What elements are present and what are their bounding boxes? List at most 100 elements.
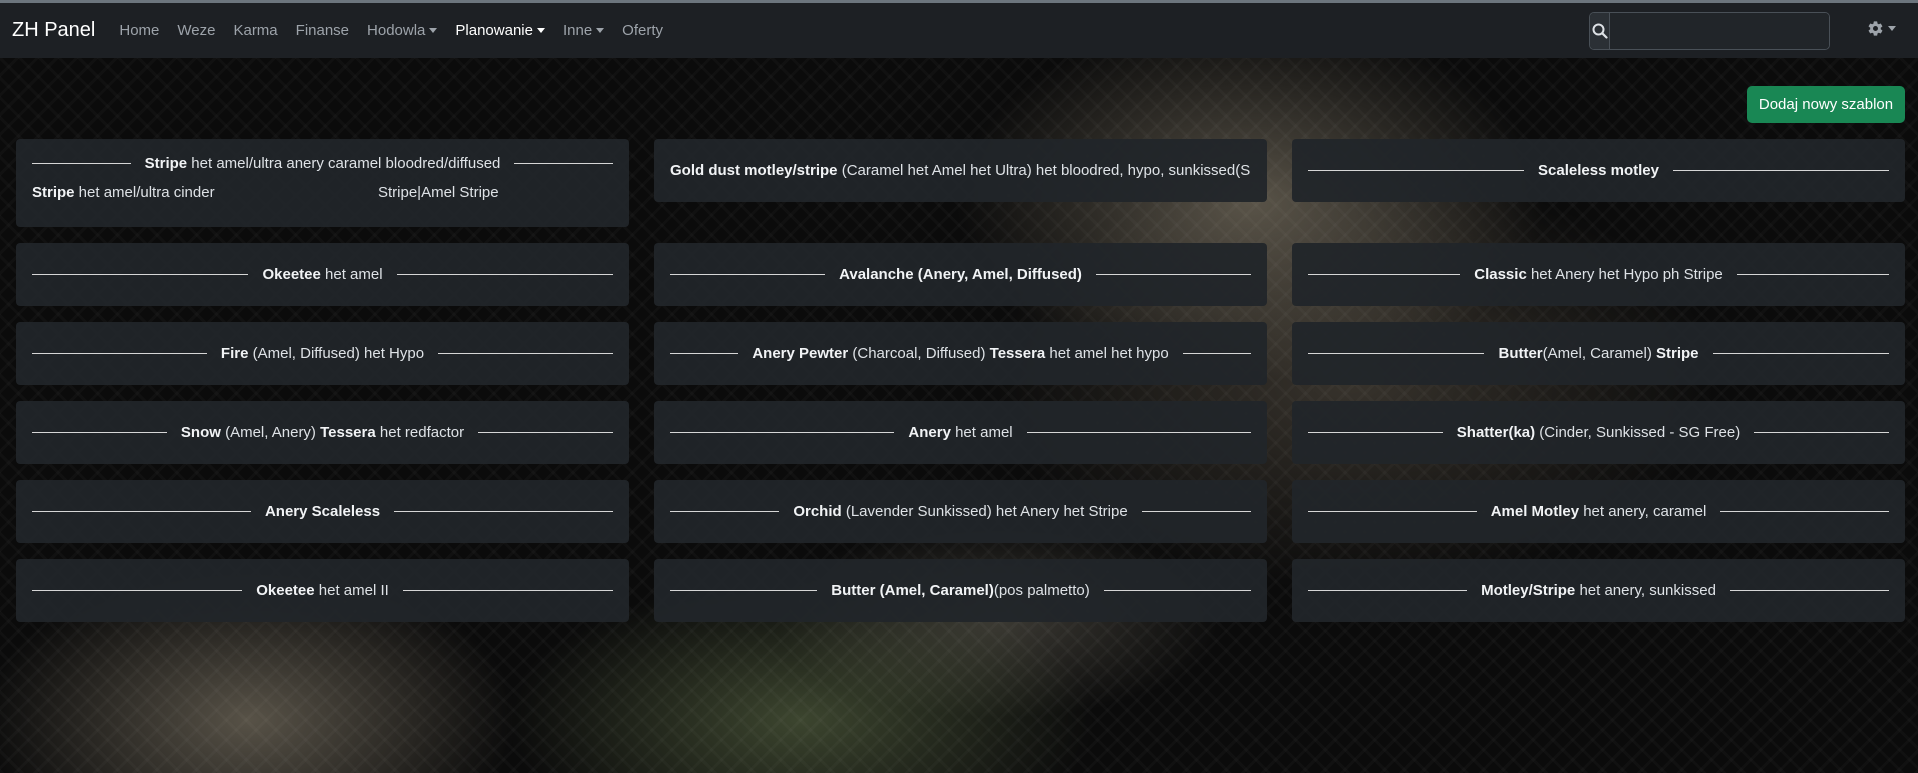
card-title-bold: Stripe: [32, 184, 75, 201]
card-title: Okeetee het amel: [248, 266, 396, 283]
template-card[interactable]: Okeetee het amel II: [16, 559, 629, 622]
card-title-bold: Anery Pewter: [752, 345, 849, 362]
brand-link[interactable]: ZH Panel: [12, 19, 95, 42]
template-card[interactable]: Amel Motley het anery, caramel: [1292, 480, 1905, 543]
template-card[interactable]: Butter (Amel, Caramel)(pos palmetto): [654, 559, 1267, 622]
divider-line: [670, 274, 826, 275]
template-card[interactable]: Stripe het amel/ultra anery caramel bloo…: [16, 139, 629, 227]
card-title-text: (pos palmetto): [993, 582, 1090, 599]
template-card[interactable]: Butter(Amel, Caramel) Stripe: [1292, 322, 1905, 385]
nav-item-planowanie[interactable]: Planowanie: [455, 22, 545, 39]
nav-item-weze[interactable]: Weze: [177, 22, 215, 39]
card-title: Stripe het amel/ultra anery caramel bloo…: [131, 155, 515, 172]
nav-item-hodowla[interactable]: Hodowla: [367, 22, 438, 39]
search-input[interactable]: [1610, 13, 1829, 49]
navbar: ZH Panel Home Weze Karma Finanse Hodowla Plan…: [0, 3, 1918, 58]
card-title-row: Scaleless motley: [1308, 162, 1890, 179]
divider-line: [1095, 274, 1251, 275]
card-title-text: het amel: [320, 266, 383, 283]
template-card[interactable]: Fire (Amel, Diffused) het Hypo: [16, 322, 629, 385]
divider-line: [1308, 432, 1443, 433]
nav-item-label: Oferty: [622, 22, 664, 39]
divider-line: [1308, 353, 1485, 354]
template-card[interactable]: Scaleless motley: [1292, 139, 1905, 202]
settings-dropdown[interactable]: [1867, 20, 1896, 37]
card-title: Classic het Anery het Hypo ph Stripe: [1460, 266, 1737, 283]
card-title: Scaleless motley: [1524, 162, 1673, 179]
divider-line: [1141, 511, 1251, 512]
template-card[interactable]: Okeetee het amel: [16, 243, 629, 306]
template-card[interactable]: Anery Pewter (Charcoal, Diffused) Tesser…: [654, 322, 1267, 385]
nav-item-oferty[interactable]: Oferty: [622, 22, 663, 39]
card-title-bold: Avalanche (Anery, Amel, Diffused): [839, 266, 1082, 283]
card-title-bold: Classic: [1474, 266, 1527, 283]
card-title: Anery Scaleless: [251, 503, 394, 520]
template-card[interactable]: Anery Scaleless: [16, 480, 629, 543]
nav-item-karma[interactable]: Karma: [233, 22, 277, 39]
card-title-row: Orchid (Lavender Sunkissed) het Anery he…: [670, 503, 1251, 520]
card-title-row: Motley/Stripe het anery, sunkissed: [1308, 582, 1890, 599]
card-title: Snow (Amel, Anery) Tessera het redfactor: [167, 424, 478, 441]
divider-line: [670, 432, 895, 433]
card-title-bold: Orchid: [793, 503, 842, 520]
card-title: Butter(Amel, Caramel) Stripe: [1484, 345, 1712, 362]
template-grid: Stripe het amel/ultra anery caramel bloo…: [16, 139, 1905, 638]
card-title-text: het anery, caramel: [1579, 503, 1707, 520]
sub-template-link[interactable]: Stripe|Amel Stripe: [378, 184, 499, 201]
divider-line: [1103, 590, 1252, 591]
card-title-bold: Snow: [180, 424, 221, 441]
template-card[interactable]: Orchid (Lavender Sunkissed) het Anery he…: [654, 480, 1267, 543]
card-title-bold: Okeetee: [256, 582, 315, 599]
card-title-text: (Amel, Caramel): [1542, 345, 1657, 362]
card-title-text: (Amel, Diffused) het Hypo: [248, 345, 425, 362]
template-card[interactable]: Shatter(ka) (Cinder, Sunkissed - SG Free…: [1292, 401, 1905, 464]
card-title-text: (Caramel het Amel het Ultra) het bloodre…: [837, 162, 1251, 179]
card-title: Shatter(ka) (Cinder, Sunkissed - SG Free…: [1443, 424, 1754, 441]
card-title-bold: Scaleless motley: [1538, 162, 1659, 179]
divider-line: [670, 511, 780, 512]
nav-item-label: Planowanie: [455, 22, 533, 39]
card-title-text: het amel het hypo: [1045, 345, 1169, 362]
nav-item-label: Karma: [233, 22, 278, 39]
template-card[interactable]: Motley/Stripe het anery, sunkissed: [1292, 559, 1905, 622]
card-title: Okeetee het amel II: [242, 582, 403, 599]
chevron-down-icon: [536, 28, 545, 33]
template-card[interactable]: Snow (Amel, Anery) Tessera het redfactor: [16, 401, 629, 464]
card-title: Butter (Amel, Caramel)(pos palmetto): [817, 582, 1103, 599]
card-title-bold: Tessera: [989, 345, 1046, 362]
search-button[interactable]: [1590, 13, 1610, 49]
divider-line: [1026, 432, 1252, 433]
divider-line: [1712, 353, 1890, 354]
nav-item-inne[interactable]: Inne: [562, 22, 605, 39]
card-title-text: (Amel, Anery): [220, 424, 321, 441]
add-template-button[interactable]: Dodaj nowy szablon: [1747, 86, 1905, 123]
nav-item-label: Home: [119, 22, 160, 39]
card-title-row: Shatter(ka) (Cinder, Sunkissed - SG Free…: [1308, 424, 1889, 441]
card-title-bold: Butter (Amel, Caramel): [831, 582, 994, 599]
template-card[interactable]: Classic het Anery het Hypo ph Stripe: [1292, 243, 1905, 306]
nav-item-label: Inne: [562, 22, 593, 39]
nav-item-finanse[interactable]: Finanse: [296, 22, 349, 39]
template-card[interactable]: Anery het amel: [654, 401, 1267, 464]
card-title-text: het amel/ultra cinder: [74, 184, 215, 201]
template-card[interactable]: Gold dust motley/stripe (Caramel het Ame…: [654, 139, 1267, 202]
card-title: Motley/Stripe het anery, sunkissed: [1467, 582, 1730, 599]
card-title-row: Stripe het amel/ultra anery caramel bloo…: [32, 155, 614, 172]
template-card[interactable]: Avalanche (Anery, Amel, Diffused): [654, 243, 1267, 306]
divider-line: [394, 511, 614, 512]
card-title-row: Classic het Anery het Hypo ph Stripe: [1308, 266, 1889, 283]
card-title: Anery het amel: [894, 424, 1026, 441]
search-icon: [1592, 23, 1608, 39]
nav-item-home[interactable]: Home: [119, 22, 159, 39]
divider-line: [32, 274, 249, 275]
card-title: Fire (Amel, Diffused) het Hypo: [207, 345, 438, 362]
chevron-down-icon: [596, 28, 605, 33]
card-title-text: het amel/ultra anery caramel bloodred/di…: [187, 155, 501, 172]
divider-line: [32, 432, 167, 433]
sub-template-link[interactable]: Stripe het amel/ultra cinder: [32, 184, 378, 201]
card-title-row: Anery Pewter (Charcoal, Diffused) Tesser…: [670, 345, 1252, 362]
divider-line: [396, 274, 614, 275]
card-title-bold: Stripe: [144, 155, 188, 172]
card-title: Gold dust motley/stripe (Caramel het Ame…: [670, 162, 1251, 179]
nav-item-label: Hodowla: [367, 22, 426, 39]
